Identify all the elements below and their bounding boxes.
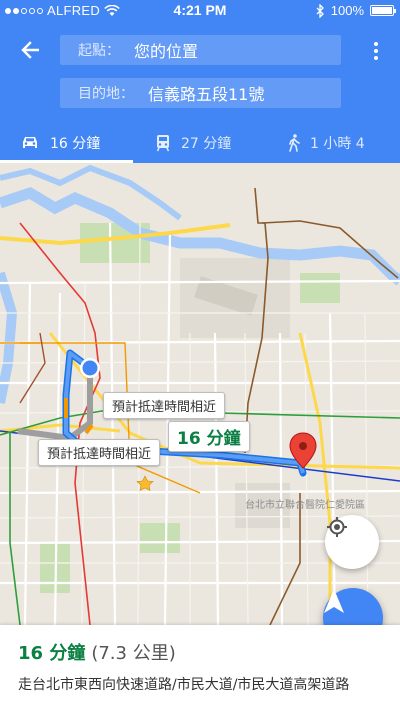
poi-label: 台北市立聯合醫院仁愛院區 xyxy=(245,498,365,511)
summary-duration: 16 分鐘 xyxy=(18,643,86,664)
tab-transit[interactable]: 27 分鐘 xyxy=(155,122,265,163)
crosshair-icon xyxy=(327,517,347,537)
directions-header: ALFRED 4:21 PM 100% 起點： 您的位置 目的地： 信義路五段1… xyxy=(0,0,400,163)
car-icon xyxy=(23,136,37,148)
battery-icon xyxy=(370,5,396,16)
origin-label: 起點： xyxy=(78,43,120,59)
tab-driving[interactable]: 16 分鐘 xyxy=(20,122,133,163)
walk-icon xyxy=(289,133,300,152)
back-button[interactable] xyxy=(14,34,46,66)
bluetooth-icon xyxy=(316,3,324,18)
tab-walking-label: 1 小時 4 xyxy=(310,135,365,152)
route-map[interactable]: 台北市立聯合醫院仁愛院區 預計抵達時間相近 預計抵達時間相近 16 分鐘 xyxy=(0,163,400,625)
travel-mode-tabs: 16 分鐘 27 分鐘 1 小時 4 xyxy=(0,122,400,163)
destination-value: 信義路五段11號 xyxy=(148,85,265,104)
my-location-button[interactable] xyxy=(325,515,379,569)
route-summary-title: 16 分鐘 (7.3 公里) xyxy=(18,639,176,665)
eta-callout-2[interactable]: 預計抵達時間相近 xyxy=(38,439,161,466)
tab-transit-label: 27 分鐘 xyxy=(181,135,232,152)
destination-field[interactable]: 目的地： 信義路五段11號 xyxy=(60,78,341,108)
tab-walking[interactable]: 1 小時 4 xyxy=(288,122,400,163)
origin-value: 您的位置 xyxy=(134,42,199,61)
navigation-arrow-icon xyxy=(324,589,344,613)
eta-callout-1[interactable]: 預計抵達時間相近 xyxy=(103,392,226,419)
status-right: 100% xyxy=(316,3,396,18)
route-duration-callout[interactable]: 16 分鐘 xyxy=(168,421,250,452)
status-bar: ALFRED 4:21 PM 100% xyxy=(0,0,400,22)
origin-field[interactable]: 起點： 您的位置 xyxy=(60,35,341,65)
summary-route-description: 走台北市東西向快速道路/市民大道/市民大道高架道路 xyxy=(18,677,350,693)
arrow-back-icon xyxy=(21,41,39,59)
more-vert-icon xyxy=(374,42,378,46)
more-options-button[interactable] xyxy=(366,36,386,66)
summary-distance: (7.3 公里) xyxy=(91,643,176,664)
tab-driving-label: 16 分鐘 xyxy=(50,135,101,152)
route-summary-sheet[interactable]: 16 分鐘 (7.3 公里) 走台北市東西向快速道路/市民大道/市民大道高架道路 xyxy=(0,625,400,710)
destination-label: 目的地： xyxy=(78,86,134,102)
transit-icon xyxy=(156,134,170,151)
battery-percentage: 100% xyxy=(330,3,364,18)
